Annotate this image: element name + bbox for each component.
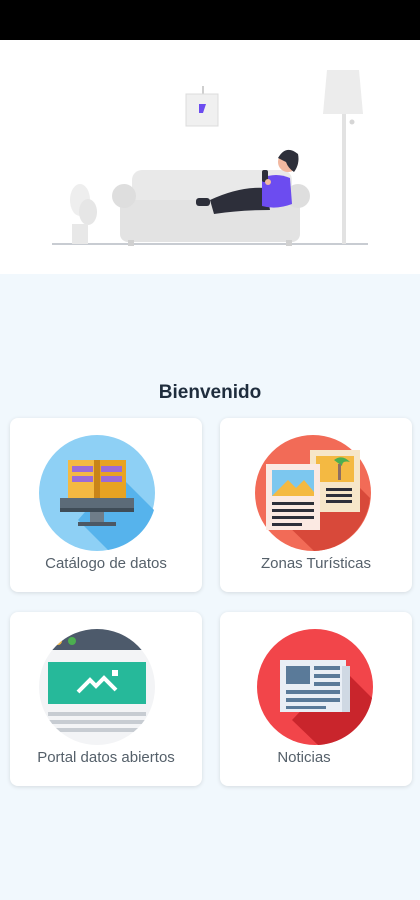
postcards-icon	[254, 434, 372, 552]
menu-card-label: Catálogo de datos	[45, 555, 167, 572]
plant-icon	[70, 184, 97, 244]
hero-illustration	[0, 40, 420, 274]
menu-card-catalogo[interactable]: Catálogo de datos	[10, 418, 202, 592]
menu-card-label: Noticias	[277, 749, 331, 766]
menu-card-portal-datos-abiertos[interactable]: Portal datos abiertos	[10, 612, 202, 786]
menu-card-label: Portal datos abiertos	[37, 749, 175, 766]
menu-card-label: Zonas Turísticas	[260, 555, 372, 572]
book-monitor-icon	[38, 434, 156, 552]
status-bar	[0, 0, 420, 40]
floor-lamp-icon	[323, 70, 363, 244]
welcome-title: Bienvenido	[158, 382, 262, 403]
picture-frame-icon	[185, 86, 219, 127]
menu-card-noticias[interactable]: Noticias	[220, 612, 412, 786]
menu-card-zonas-turisticas[interactable]: Zonas Turísticas	[220, 418, 412, 592]
web-portal-icon	[38, 628, 156, 746]
newspaper-icon	[256, 628, 374, 746]
